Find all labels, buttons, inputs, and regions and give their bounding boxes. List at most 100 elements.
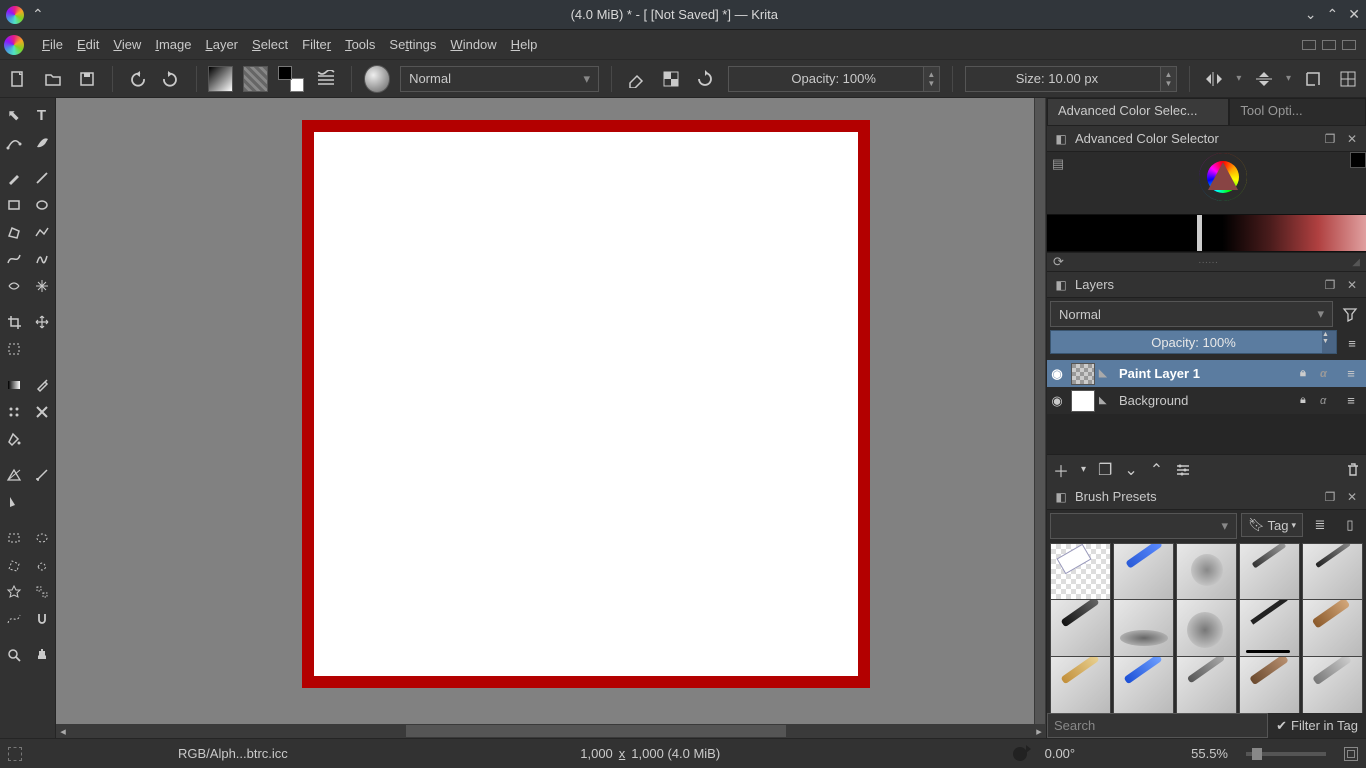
horizontal-scrollbar[interactable]: ◂ ▸ — [56, 724, 1046, 738]
menu-edit[interactable]: Edit — [77, 37, 99, 52]
layer-row-menu-icon[interactable]: ≡ — [1340, 393, 1362, 408]
titlebar-pin-icon[interactable]: ⌃ — [32, 6, 44, 23]
mirror-horizontal-button[interactable] — [1202, 66, 1227, 92]
status-indicator-icon[interactable] — [1013, 747, 1027, 761]
open-file-button[interactable] — [41, 66, 66, 92]
brush-search-input[interactable]: Search — [1047, 713, 1268, 738]
panel-drag-dots[interactable]: ······ — [1064, 257, 1352, 268]
mirror-h-dropdown-icon[interactable]: ▾ — [1236, 73, 1241, 84]
layer-menu-icon[interactable]: ≡ — [1341, 330, 1363, 357]
move-layer-down-button[interactable]: ⌄ — [1124, 460, 1137, 480]
layer-lock-icon[interactable]: 🔒︎ — [1300, 394, 1316, 407]
brush-preset-blue-pencil[interactable] — [1113, 656, 1174, 713]
brush-preset-blue-pen[interactable] — [1113, 543, 1174, 604]
brush-preset-ink-pen[interactable] — [1239, 543, 1300, 604]
tool-zoom[interactable] — [0, 642, 27, 668]
tool-polyline[interactable] — [28, 219, 55, 245]
color-profile-label[interactable]: RGB/Alph...btrc.icc — [178, 746, 288, 761]
menu-filter[interactable]: Filter — [302, 37, 331, 52]
color-triangle[interactable] — [1208, 162, 1238, 190]
tool-fill[interactable] — [0, 426, 27, 452]
tool-select-ellipse[interactable] — [28, 525, 55, 551]
menu-layer[interactable]: Layer — [205, 37, 238, 52]
menu-select[interactable]: Select — [252, 37, 288, 52]
float-brush-icon[interactable]: ◧ — [1053, 490, 1069, 504]
layer-lock-icon[interactable]: 🔒︎ — [1300, 367, 1316, 380]
detach-layers-icon[interactable]: ❐ — [1322, 278, 1338, 292]
blend-mode-dropdown[interactable]: Normal ▾ — [400, 66, 599, 92]
tool-select-rect[interactable] — [0, 525, 27, 551]
brush-preset-ink-thin[interactable] — [1239, 599, 1300, 660]
move-layer-up-button[interactable]: ⌃ — [1150, 460, 1163, 480]
tool-bezier[interactable] — [0, 246, 27, 272]
mirror-vertical-button[interactable] — [1251, 66, 1276, 92]
scroll-right-icon[interactable]: ▸ — [1032, 724, 1046, 738]
panel-resize-grip[interactable]: ◢ — [1352, 257, 1360, 268]
add-layer-dropdown-icon[interactable]: ▾ — [1081, 464, 1086, 475]
tool-edit-shapes[interactable] — [0, 129, 27, 155]
add-layer-button[interactable]: ＋ — [1053, 458, 1069, 482]
detach-brush-icon[interactable]: ❐ — [1322, 490, 1338, 504]
brush-preset-eraser[interactable] — [1050, 543, 1111, 604]
tool-move[interactable] — [28, 309, 55, 335]
menu-window[interactable]: Window — [450, 37, 496, 52]
tool-transform-free[interactable] — [0, 336, 27, 362]
tool-smart-patch[interactable] — [28, 399, 55, 425]
window-minimize-icon[interactable]: ⌄ — [1305, 6, 1317, 23]
canvas-viewport[interactable] — [56, 98, 1046, 724]
close-brush-icon[interactable]: ✕ — [1344, 490, 1360, 504]
tool-brush[interactable] — [0, 165, 27, 191]
layer-properties-button[interactable] — [1175, 463, 1191, 477]
vertical-scrollbar[interactable] — [1034, 98, 1046, 724]
tab-advanced-color[interactable]: Advanced Color Selec... — [1047, 98, 1229, 125]
advanced-color-selector[interactable]: ▤ — [1047, 152, 1366, 252]
pattern-swatch[interactable] — [243, 66, 268, 92]
brush-preset-bristle[interactable] — [1302, 599, 1363, 660]
tool-reference[interactable] — [0, 489, 27, 515]
tool-crop[interactable] — [0, 309, 27, 335]
float-panel-icon[interactable]: ◧ — [1053, 132, 1069, 146]
tool-freehand-path[interactable] — [28, 246, 55, 272]
tool-select-magnetic[interactable] — [28, 606, 55, 632]
tool-ellipse[interactable] — [28, 192, 55, 218]
brush-preset-pencil-dark[interactable] — [1050, 599, 1111, 660]
tool-assistants[interactable] — [0, 462, 27, 488]
layer-row-paint-layer-1[interactable]: ◉ ◣ Paint Layer 1 🔒︎ α ≡ — [1047, 360, 1366, 387]
layer-visibility-icon[interactable]: ◉ — [1047, 366, 1067, 382]
brush-size-slider[interactable]: Size: 10.00 px ▲▼ — [965, 66, 1177, 92]
eraser-mode-button[interactable] — [624, 66, 649, 92]
tool-color-picker[interactable] — [28, 372, 55, 398]
window-maximize-icon[interactable]: ⌃ — [1327, 6, 1339, 23]
brush-view-list-icon[interactable]: ≣ — [1307, 513, 1333, 537]
tool-transform[interactable]: ⬉ — [0, 102, 27, 128]
workspace-icon-2[interactable] — [1322, 40, 1336, 50]
tool-pattern-edit[interactable] — [0, 399, 27, 425]
brush-preset-button[interactable] — [364, 65, 391, 93]
app-menu-logo-icon[interactable] — [4, 35, 24, 55]
brush-preset-charcoal[interactable] — [1239, 656, 1300, 713]
brush-preset-smudge[interactable] — [1113, 599, 1174, 660]
brush-filter-in-tag-checkbox[interactable]: ✔Filter in Tag — [1268, 713, 1366, 738]
brush-tag-filter-dropdown[interactable]: ▾ — [1050, 513, 1237, 539]
menu-view[interactable]: View — [113, 37, 141, 52]
close-layers-icon[interactable]: ✕ — [1344, 278, 1360, 292]
workspace-icon-1[interactable] — [1302, 40, 1316, 50]
tool-rectangle[interactable] — [0, 192, 27, 218]
brush-preset-airbrush[interactable] — [1176, 599, 1237, 660]
layer-alpha-icon[interactable]: α — [1320, 368, 1336, 380]
opacity-slider[interactable]: Opacity: 100% ▲▼ — [728, 66, 940, 92]
foreground-background-color[interactable] — [278, 66, 304, 92]
tool-select-similar[interactable] — [28, 579, 55, 605]
brush-preset-fine-pen[interactable] — [1302, 543, 1363, 604]
no-selection-icon[interactable] — [8, 747, 22, 761]
tool-calligraphy[interactable] — [28, 129, 55, 155]
alpha-lock-button[interactable] — [659, 66, 684, 92]
scroll-left-icon[interactable]: ◂ — [56, 724, 70, 738]
tool-line[interactable] — [28, 165, 55, 191]
tool-text[interactable]: T — [28, 102, 55, 128]
color-history-strip[interactable] — [1047, 214, 1366, 252]
redo-button[interactable] — [159, 66, 184, 92]
layer-opacity-slider[interactable]: Opacity: 100% ▲▼ — [1050, 330, 1337, 354]
menu-tools[interactable]: Tools — [345, 37, 375, 52]
tool-select-bezier[interactable] — [0, 606, 27, 632]
